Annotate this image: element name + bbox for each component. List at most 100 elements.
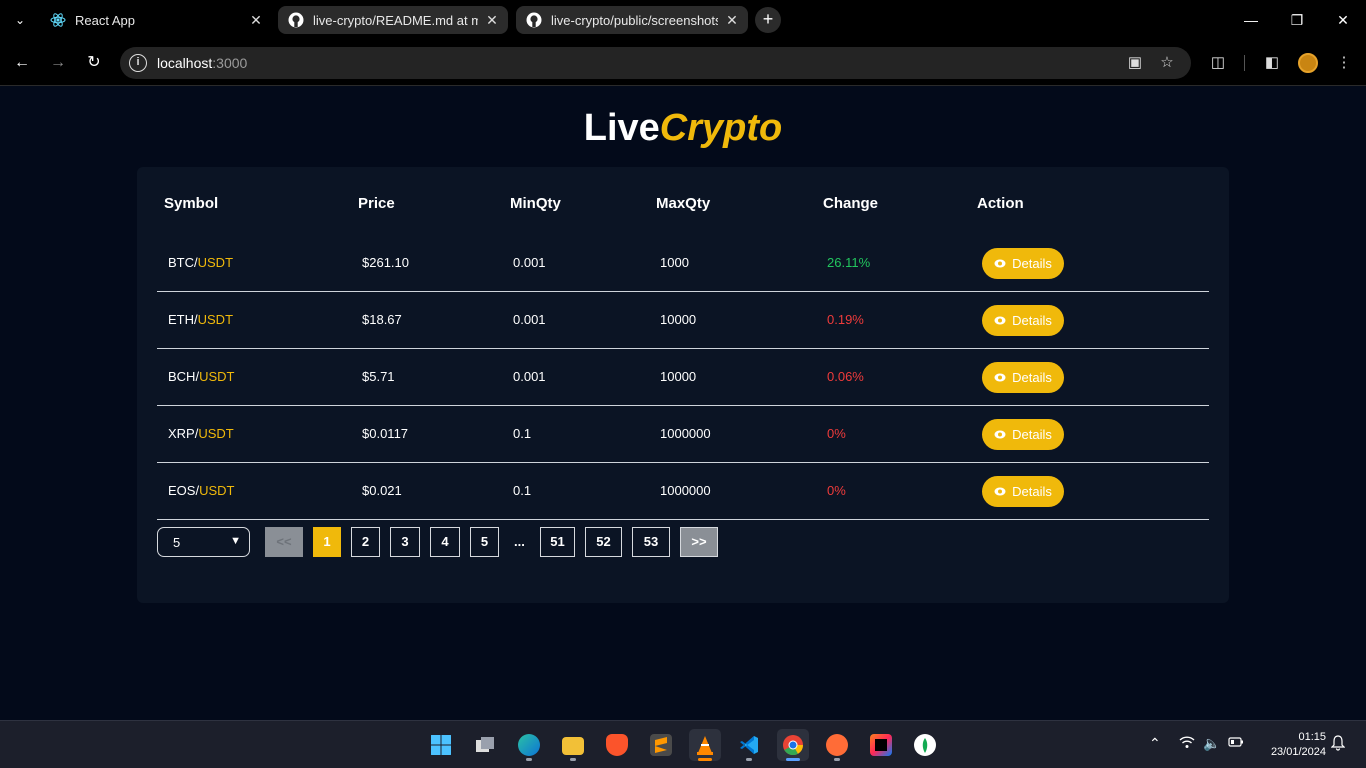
page-size-select[interactable]: 5 ▼ [157,527,250,557]
tab-close-icon[interactable]: ✕ [248,12,264,28]
folder-glyph [562,737,584,755]
table-row: XRP/USDT $0.0117 0.1 1000000 0% Details [157,406,1209,463]
windows-start-icon[interactable] [425,729,457,761]
symbol-base: EOS/ [168,483,200,498]
logo-crypto: Crypto [659,107,783,149]
symbol-base: BTC/ [168,255,198,270]
new-tab-button[interactable]: + [755,7,781,33]
symbol-quote: USDT [199,369,235,384]
symbol-cell: XRP/USDT [168,426,234,441]
tab-close-icon[interactable]: ✕ [484,12,500,28]
system-clock[interactable]: 01:15 23/01/2024 [1258,730,1326,760]
tab-search-chevron-icon[interactable]: ⌄ [8,10,32,30]
details-button[interactable]: Details [982,305,1064,336]
vlc-icon[interactable] [689,729,721,761]
chrome-icon[interactable] [777,729,809,761]
details-label: Details [1012,427,1052,442]
next-page-button[interactable]: >> [680,527,718,557]
address-bar[interactable]: i localhost:3000 ▣ ☆ [120,47,1191,79]
page-button-2[interactable]: 2 [351,527,380,557]
tab-react-app[interactable]: React App ✕ [40,6,272,34]
symbol-quote: USDT [197,255,234,270]
url-host: localhost [157,55,213,71]
bookmark-star-icon[interactable]: ☆ [1157,53,1177,73]
page-button-3[interactable]: 3 [390,527,420,557]
show-hidden-icons-chevron-icon[interactable]: ⌃ [1149,735,1161,752]
brave-glyph [606,734,628,756]
reload-icon[interactable]: ↻ [82,51,106,75]
intellij-icon[interactable] [865,729,897,761]
page-button-52[interactable]: 52 [585,527,622,557]
tab-title: live-crypto/public/screenshots [551,12,718,28]
intellij-glyph [870,734,892,756]
forward-arrow-icon[interactable]: → [46,51,70,75]
task-view-glyph [476,737,494,752]
page-button-53[interactable]: 53 [632,527,670,557]
site-info-icon[interactable]: i [129,54,147,72]
tab-github-readme[interactable]: live-crypto/README.md at mas ✕ [278,6,508,34]
battery-icon[interactable] [1228,735,1244,751]
page-button-4[interactable]: 4 [430,527,460,557]
tab-github-screenshots[interactable]: live-crypto/public/screenshots ✕ [516,6,748,34]
edge-icon[interactable] [513,729,545,761]
side-panel-icon[interactable]: ◧ [1261,52,1283,74]
browser-tab-bar: ⌄ React App ✕ live-crypto/README.md at m… [0,0,1366,40]
minqty-cell: 0.001 [513,369,546,384]
table-row: BCH/USDT $5.71 0.001 10000 0.06% Details [157,349,1209,406]
vscode-icon[interactable] [733,729,765,761]
details-label: Details [1012,256,1052,271]
file-explorer-icon[interactable] [557,729,589,761]
tab-title: React App [75,12,135,28]
install-app-icon[interactable]: ▣ [1125,53,1145,73]
restore-window-icon[interactable]: ❐ [1274,0,1320,40]
details-label: Details [1012,370,1052,385]
running-indicator [698,758,712,761]
details-button[interactable]: Details [982,248,1064,279]
symbol-cell: BCH/USDT [168,369,234,384]
more-menu-icon[interactable]: ⋮ [1333,52,1355,74]
brave-icon[interactable] [601,729,633,761]
browser-toolbar: ← → ↻ i localhost:3000 ▣ ☆ ◫ ◧ ⋮ [0,40,1366,86]
price-cell: $0.021 [362,483,402,498]
price-cell: $5.71 [362,369,395,384]
minqty-cell: 0.1 [513,426,532,441]
page-content: LiveCrypto Symbol Price MinQty MaxQty Ch… [0,87,1366,720]
symbol-base: XRP/ [168,426,199,441]
close-window-icon[interactable]: ✕ [1320,0,1366,40]
windows-taskbar: ⌃ 🔈 01:15 23/01/2024 [0,720,1366,768]
symbol-quote: USDT [199,483,235,498]
table-header: Symbol Price MinQty MaxQty Change Action [137,195,1229,215]
page-button-5[interactable]: 5 [470,527,499,557]
page-button-1[interactable]: 1 [313,527,341,557]
back-arrow-icon[interactable]: ← [10,51,34,75]
url-text[interactable]: localhost:3000 [157,55,247,71]
details-button[interactable]: Details [982,419,1064,450]
profile-avatar[interactable] [1298,53,1318,73]
volume-icon[interactable]: 🔈 [1203,735,1220,752]
task-view-icon[interactable] [469,729,501,761]
symbol-base: BCH/ [168,369,200,384]
change-cell: 0% [827,483,846,498]
header-symbol: Symbol [164,195,219,212]
mongodb-compass-icon[interactable] [909,729,941,761]
wifi-icon[interactable] [1179,735,1195,752]
sublime-text-icon[interactable] [645,729,677,761]
details-button[interactable]: Details [982,476,1064,507]
running-indicator [746,758,752,761]
prev-page-button[interactable]: << [265,527,303,557]
details-button[interactable]: Details [982,362,1064,393]
table-row: ETH/USDT $18.67 0.001 10000 0.19% Detail… [157,292,1209,349]
tab-close-icon[interactable]: ✕ [724,12,740,28]
running-indicator [834,758,840,761]
page-button-51[interactable]: 51 [540,527,575,557]
notification-bell-icon[interactable] [1330,735,1346,754]
postman-icon[interactable] [821,729,853,761]
minimize-window-icon[interactable]: — [1228,0,1274,40]
price-cell: $261.10 [362,255,409,270]
extensions-puzzle-icon[interactable]: ◫ [1207,52,1229,74]
clock-time: 01:15 [1298,731,1326,743]
running-indicator [526,758,532,761]
maxqty-cell: 10000 [660,369,697,384]
header-minqty: MinQty [510,195,561,212]
symbol-cell: ETH/USDT [168,312,233,327]
